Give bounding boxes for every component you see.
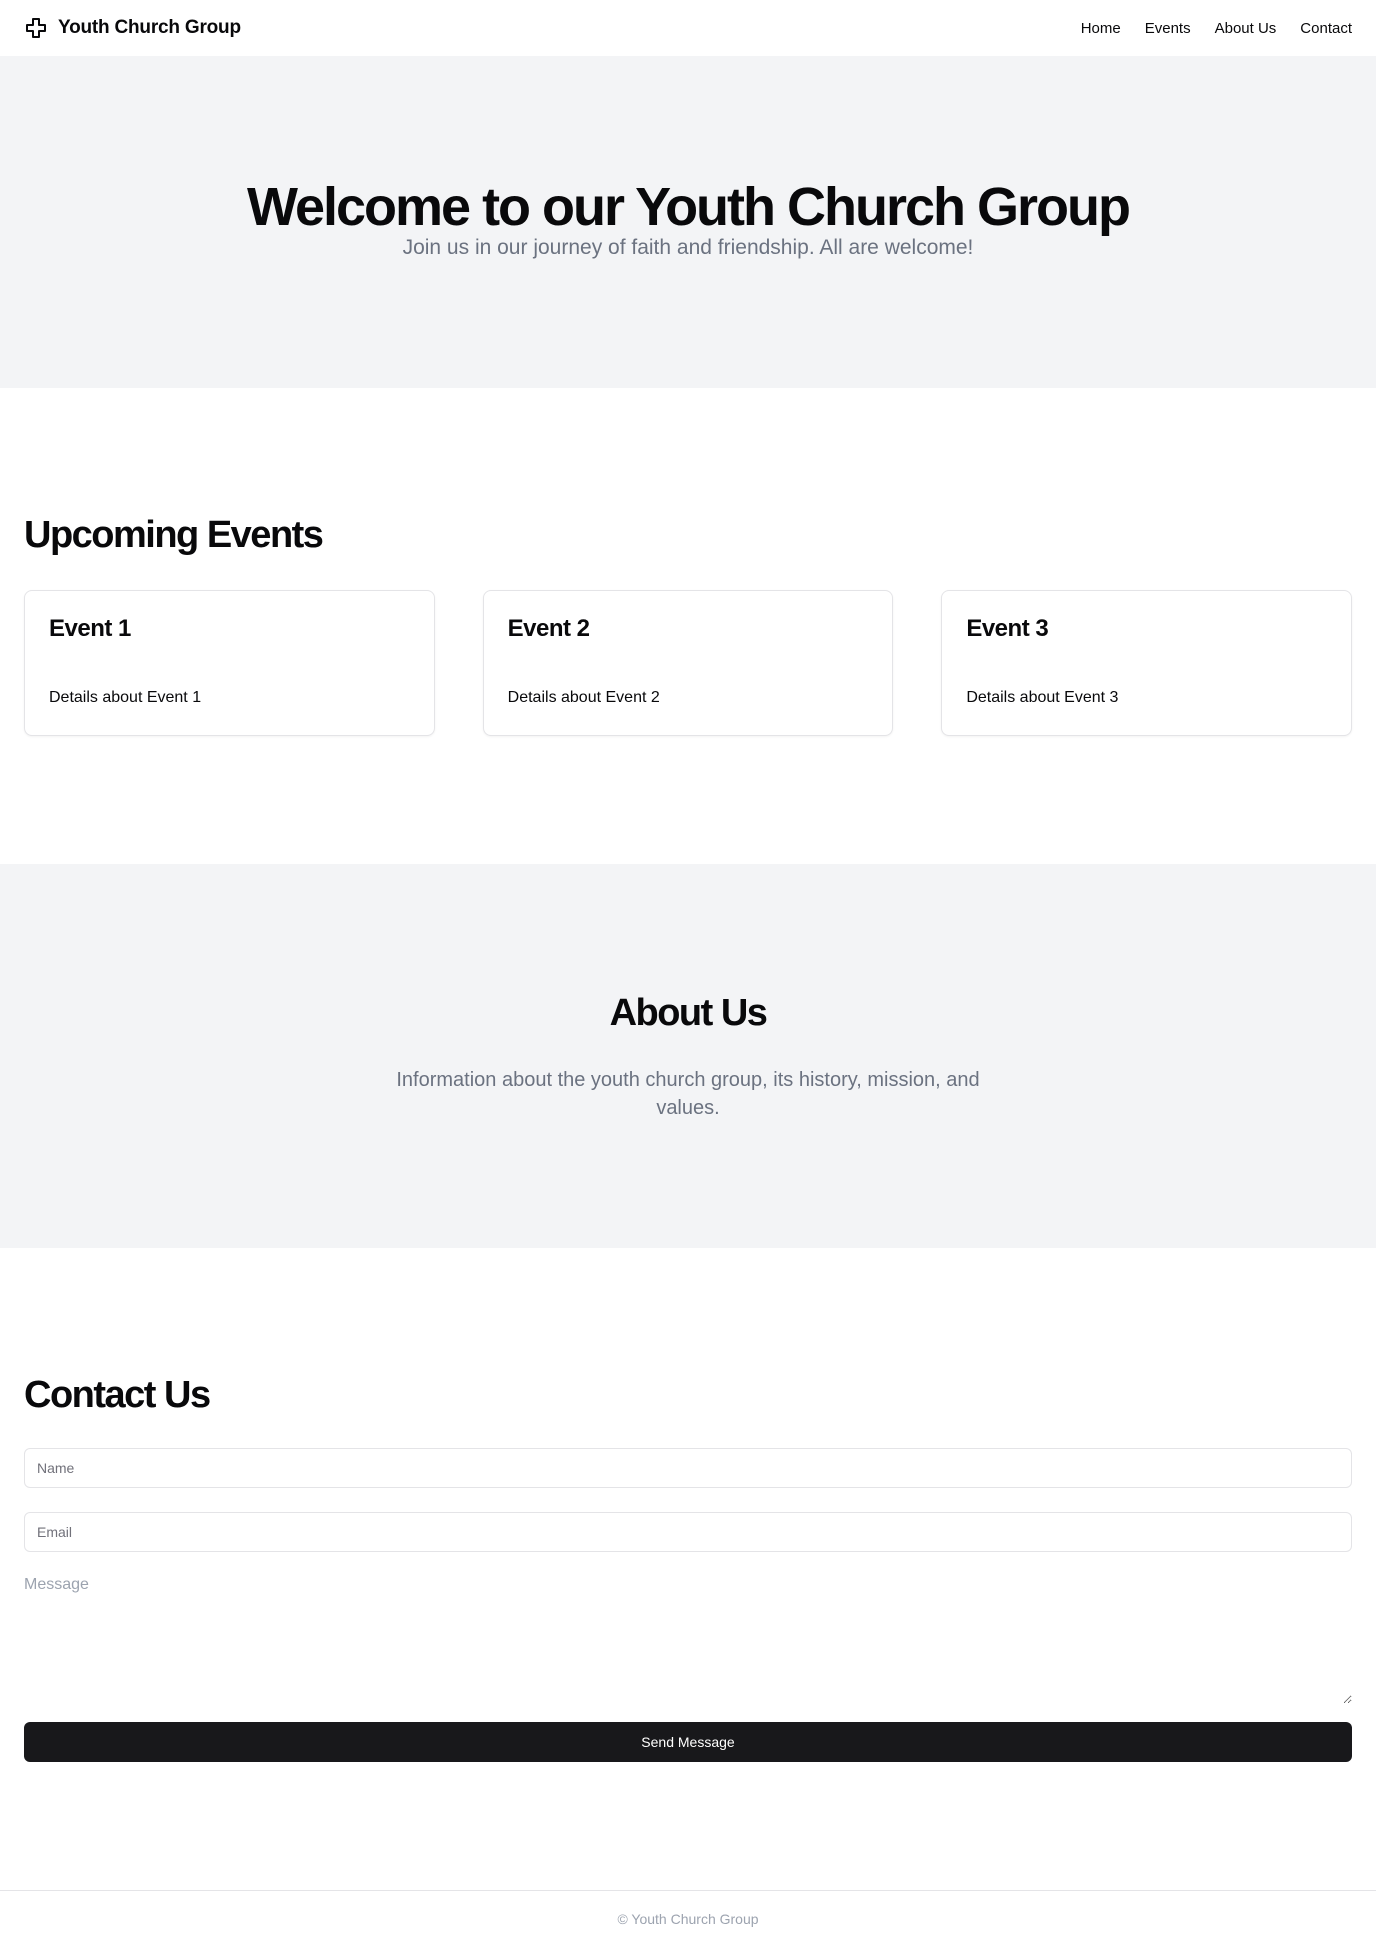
event-cards: Event 1 Details about Event 1 Event 2 De… bbox=[24, 590, 1352, 736]
about-title: About Us bbox=[609, 992, 768, 1034]
message-textarea[interactable] bbox=[24, 1576, 1352, 1704]
hero-subtitle: Join us in our journey of faith and frie… bbox=[402, 236, 974, 259]
name-input[interactable] bbox=[24, 1448, 1352, 1488]
hero-title: Welcome to our Youth Church Group bbox=[246, 177, 1131, 237]
footer-text: © Youth Church Group bbox=[617, 1910, 759, 1927]
events-section: Upcoming Events Event 1 Details about Ev… bbox=[0, 388, 1376, 864]
brand-name: Youth Church Group bbox=[58, 17, 241, 38]
cross-icon bbox=[24, 16, 48, 40]
send-message-button[interactable]: Send Message bbox=[24, 1722, 1352, 1762]
hero-section: Welcome to our Youth Church Group Join u… bbox=[0, 56, 1376, 388]
event-card: Event 3 Details about Event 3 bbox=[941, 590, 1352, 736]
event-card-description: Details about Event 2 bbox=[507, 689, 660, 706]
brand-link[interactable]: Youth Church Group bbox=[24, 16, 241, 40]
contact-title: Contact Us bbox=[24, 1374, 211, 1416]
event-card-title: Event 3 bbox=[966, 615, 1049, 642]
event-card-description: Details about Event 3 bbox=[966, 689, 1119, 706]
nav-about-us[interactable]: About Us bbox=[1215, 20, 1277, 37]
event-card: Event 1 Details about Event 1 bbox=[24, 590, 435, 736]
contact-section: Contact Us Send Message bbox=[0, 1248, 1376, 1890]
nav-contact[interactable]: Contact bbox=[1300, 20, 1352, 37]
about-section: About Us Information about the youth chu… bbox=[0, 864, 1376, 1248]
nav-events[interactable]: Events bbox=[1145, 20, 1191, 37]
contact-form: Send Message bbox=[24, 1448, 1352, 1762]
main-nav: Home Events About Us Contact bbox=[1081, 20, 1352, 37]
site-header: Youth Church Group Home Events About Us … bbox=[0, 0, 1376, 56]
email-input[interactable] bbox=[24, 1512, 1352, 1552]
event-card-description: Details about Event 1 bbox=[49, 689, 202, 706]
event-card: Event 2 Details about Event 2 bbox=[482, 590, 894, 736]
events-title: Upcoming Events bbox=[24, 514, 324, 556]
nav-home[interactable]: Home bbox=[1081, 20, 1121, 37]
event-card-title: Event 2 bbox=[507, 615, 590, 642]
site-footer: © Youth Church Group bbox=[0, 1890, 1376, 1946]
event-card-title: Event 1 bbox=[49, 615, 131, 642]
about-text: Information about the youth church group… bbox=[396, 1069, 980, 1119]
